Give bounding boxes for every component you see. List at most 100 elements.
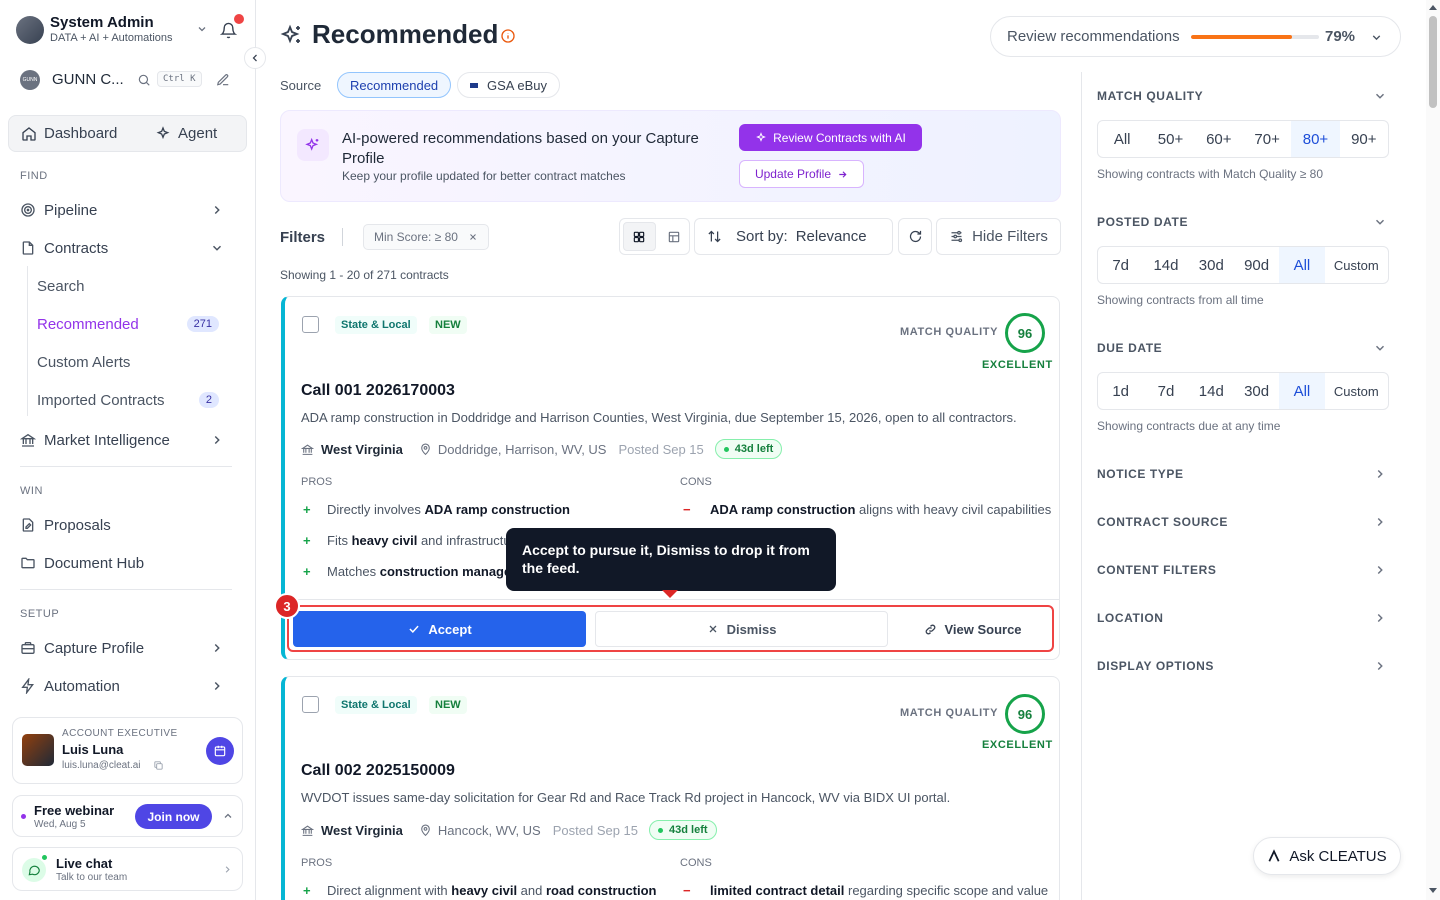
content-filters-header[interactable]: CONTENT FILTERS [1097, 563, 1387, 577]
posted-date-header[interactable]: POSTED DATE [1097, 215, 1387, 229]
review-progress-widget[interactable]: Review recommendations 79% [990, 16, 1401, 57]
divider [285, 599, 1059, 600]
select-checkbox[interactable] [302, 316, 319, 333]
pros-header: PROS [301, 476, 333, 488]
sidebar-item-capture-profile[interactable]: Capture Profile [20, 634, 236, 662]
dashboard-tab[interactable]: Dashboard [21, 125, 117, 142]
match-quality-header[interactable]: MATCH QUALITY [1097, 89, 1387, 103]
con-emphasis: ADA ramp construction [710, 502, 856, 517]
sidebar-item-automation[interactable]: Automation [20, 672, 236, 700]
sidebar-item-custom-alerts[interactable]: Custom Alerts [37, 349, 227, 375]
chevron-right-icon [210, 433, 224, 447]
posted-date-title: POSTED DATE [1097, 215, 1189, 229]
contract-source-header[interactable]: CONTRACT SOURCE [1097, 515, 1387, 529]
edit-icon[interactable] [216, 73, 230, 87]
join-now-button[interactable]: Join now [135, 804, 212, 829]
due-date-option[interactable]: 7d [1143, 373, 1188, 409]
chevron-right-icon [1373, 611, 1387, 625]
user-menu[interactable]: System Admin DATA + AI + Automations [16, 14, 216, 46]
gsa-label: GSA eBuy [487, 77, 547, 93]
sidebar-item-imported[interactable]: Imported Contracts 2 [37, 387, 227, 413]
scroll-down-icon[interactable] [1429, 888, 1437, 893]
chevron-up-icon[interactable] [222, 810, 234, 822]
posted-date-option[interactable]: 90d [1234, 247, 1279, 283]
due-date-option[interactable]: 30d [1234, 373, 1279, 409]
posted-date-option[interactable]: All [1279, 247, 1325, 283]
live-chat-card[interactable]: Live chat Talk to our team [12, 847, 243, 891]
grid-view-icon[interactable] [623, 222, 656, 251]
chevron-down-icon [1373, 89, 1387, 103]
view-source-button[interactable]: View Source [897, 611, 1049, 647]
info-icon[interactable] [500, 28, 516, 44]
select-checkbox[interactable] [302, 696, 319, 713]
match-quality-option[interactable]: 80+ [1291, 121, 1340, 157]
ae-role: ACCOUNT EXECUTIVE [62, 728, 178, 739]
location-text: Doddridge, Harrison, WV, US [437, 441, 607, 457]
tooltip-text: Accept to pursue it, Dismiss to drop it … [522, 542, 810, 576]
display-options-header[interactable]: DISPLAY OPTIONS [1097, 659, 1387, 673]
scrollbar[interactable] [1426, 0, 1440, 900]
hide-filters-label: Hide Filters [972, 228, 1048, 245]
review-percent: 79% [1325, 28, 1356, 45]
hide-filters-button[interactable]: Hide Filters [936, 218, 1061, 255]
ask-cleatus-button[interactable]: Ask CLEATUS [1253, 837, 1401, 875]
due-date-option[interactable]: 1d [1098, 373, 1143, 409]
location-header[interactable]: LOCATION [1097, 611, 1387, 625]
bell-icon[interactable] [220, 22, 237, 39]
contract-description: ADA ramp construction in Doddridge and H… [301, 410, 1017, 425]
match-quality-option[interactable]: 60+ [1195, 121, 1243, 157]
chevron-down-icon [210, 241, 224, 255]
posted-date-option[interactable]: 14d [1143, 247, 1188, 283]
review-contracts-ai-button[interactable]: Review Contracts with AI [739, 124, 922, 151]
con-emphasis: limited contract detail [710, 883, 845, 898]
notice-type-header[interactable]: NOTICE TYPE [1097, 467, 1387, 481]
contract-title[interactable]: Call 001 2026170003 [301, 382, 455, 400]
shortcut-badge: Ctrl K [157, 71, 202, 87]
close-icon[interactable] [468, 232, 478, 242]
posted-date-option[interactable]: 7d [1098, 247, 1143, 283]
min-score-chip[interactable]: Min Score: ≥ 80 [363, 224, 489, 250]
accept-button[interactable]: Accept [293, 611, 586, 647]
contract-title[interactable]: Call 002 2025150009 [301, 762, 455, 780]
due-date-option[interactable]: Custom [1325, 373, 1388, 409]
update-profile-button[interactable]: Update Profile [739, 160, 864, 188]
scrollbar-thumb[interactable] [1429, 16, 1437, 108]
due-date-option[interactable]: All [1279, 373, 1325, 409]
sidebar-item-contracts[interactable]: Contracts [20, 234, 236, 262]
plus-icon: + [303, 564, 311, 579]
match-quality-option[interactable]: 70+ [1243, 121, 1291, 157]
copy-icon[interactable] [153, 760, 164, 771]
scroll-up-icon[interactable] [1429, 5, 1437, 10]
workspace-switcher[interactable]: GUNN GUNN C... [20, 68, 140, 92]
sidebar-item-proposals[interactable]: Proposals [20, 511, 236, 539]
sort-button[interactable]: Sort by: Relevance [694, 218, 893, 255]
agent-tab[interactable]: Agent [155, 125, 217, 142]
sidebar-item-recommended[interactable]: Recommended 271 [37, 311, 227, 337]
chevron-down-icon [1373, 341, 1387, 355]
posted-date-option[interactable]: Custom [1325, 247, 1388, 283]
collapse-sidebar-button[interactable] [244, 47, 266, 69]
sidebar-item-document-hub[interactable]: Document Hub [20, 549, 236, 577]
sidebar-item-search[interactable]: Search [37, 273, 227, 299]
match-quality-option[interactable]: 90+ [1340, 121, 1388, 157]
divider [342, 228, 343, 246]
calendar-button[interactable] [206, 737, 234, 765]
table-view-icon[interactable] [659, 219, 690, 254]
source-chip-gsa[interactable]: GSA eBuy [457, 72, 560, 98]
chevron-right-icon [1373, 563, 1387, 577]
dismiss-button[interactable]: Dismiss [595, 611, 888, 647]
refresh-button[interactable] [898, 218, 932, 255]
online-dot [40, 853, 49, 862]
chevron-down-icon[interactable] [196, 23, 208, 35]
sidebar-item-pipeline[interactable]: Pipeline [20, 196, 236, 224]
custom-alerts-label: Custom Alerts [37, 353, 131, 371]
match-quality-option[interactable]: All [1098, 121, 1146, 157]
search-icon[interactable] [137, 73, 151, 87]
due-date-header[interactable]: DUE DATE [1097, 341, 1387, 355]
source-chip-recommended[interactable]: Recommended [337, 72, 452, 98]
match-quality-option[interactable]: 50+ [1146, 121, 1194, 157]
sidebar-item-market-intelligence[interactable]: Market Intelligence [20, 426, 236, 454]
due-date-option[interactable]: 14d [1189, 373, 1234, 409]
posted-date-option[interactable]: 30d [1189, 247, 1234, 283]
pros-header: PROS [301, 857, 333, 869]
